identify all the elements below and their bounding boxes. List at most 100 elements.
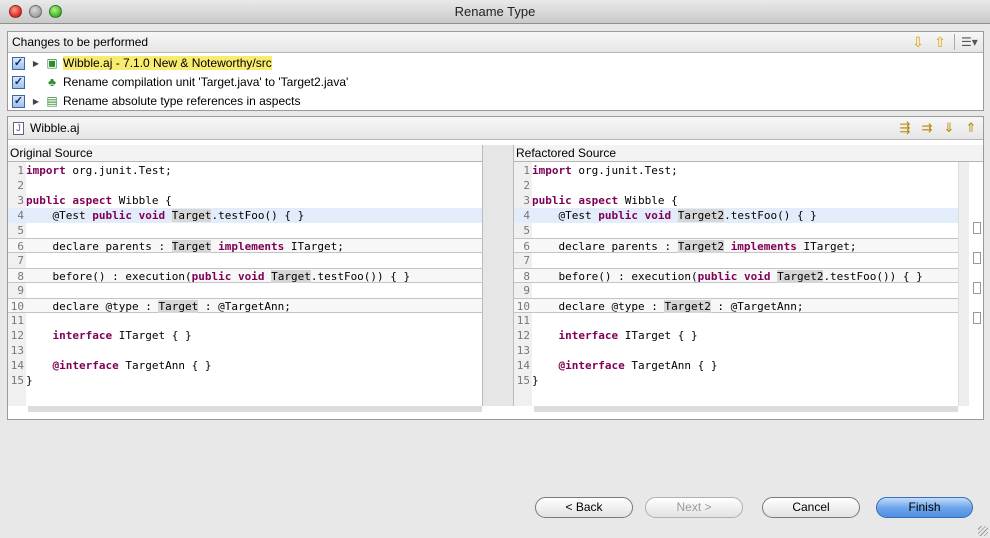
code-line: 5 [8,223,482,238]
change-row[interactable]: ✓ ▶ ▤ Rename absolute type references in… [12,92,300,110]
line-number: 1 [523,164,530,177]
code-text: @Test public void Target.testFoo() { } [26,209,305,222]
code-line: 14 @interface TargetAnn { } [514,358,958,373]
code-text: @Test public void Target2.testFoo() { } [532,209,817,222]
diff-connector [482,145,514,406]
resize-grip-icon[interactable] [978,526,988,536]
line-number: 2 [17,179,24,192]
diff-marker[interactable] [973,222,981,234]
code-text: declare @type : Target : @TargetAnn; [26,300,291,313]
line-number: 13 [516,344,530,357]
change-label: Rename absolute type references in aspec… [63,94,301,108]
vertical-scrollbar[interactable] [958,162,969,406]
refactored-source-pane[interactable]: 1 import org.junit.Test; 2 3 public aspect W… [514,162,958,406]
code-text: before() : execution(public void Target.… [26,270,411,283]
change-row[interactable]: ✓ ♣ Rename compilation unit 'Target.java… [12,73,348,91]
source-folder-icon: ▣ [46,56,58,70]
line-number: 11 [516,314,530,327]
line-number: 15 [10,374,24,387]
code-line: 7 [8,253,482,268]
code-text: @interface TargetAnn { } [52,359,212,372]
code-line: 4 @Test public void Target.testFoo() { } [8,208,482,223]
line-number: 3 [17,194,24,207]
change-checkbox[interactable]: ✓ [12,94,25,108]
code-line: 5 [514,223,958,238]
code-line: 7 [514,253,958,268]
finish-button[interactable]: Finish [876,497,973,518]
change-row[interactable]: ✓ ▶ ▣ Wibble.aj - 7.1.0 New & Noteworthy… [12,54,272,72]
code-line: 10 declare @type : Target : @TargetAnn; [8,298,482,313]
compare-file-name: Wibble.aj [30,121,80,135]
code-text: public aspect Wibble { [26,194,172,207]
diff-marker[interactable] [973,282,981,294]
line-number: 6 [17,240,24,253]
code-line: 9 [8,283,482,298]
code-line: 10 declare @type : Target2 : @TargetAnn; [514,298,958,313]
line-number: 12 [516,329,530,342]
code-text: declare @type : Target2 : @TargetAnn; [532,300,804,313]
copy-all-icon[interactable]: ⇉ [919,120,935,136]
code-text: import org.junit.Test; [532,164,678,177]
code-line: 4 @Test public void Target2.testFoo() { … [514,208,958,223]
code-line: 2 [514,178,958,193]
original-source-title: Original Source [8,145,482,162]
code-text: declare parents : Target implements ITar… [26,240,344,253]
code-line: 8 before() : execution(public void Targe… [514,268,958,283]
code-text: interface ITarget { } [558,329,698,342]
line-number: 10 [516,300,530,313]
line-number: 7 [17,254,24,267]
next-change-icon[interactable]: ⇩ [910,34,926,50]
change-label: Wibble.aj - 7.1.0 New & Noteworthy/src [63,56,272,70]
code-line: 6 declare parents : Target implements IT… [8,238,482,253]
change-checkbox[interactable]: ✓ [12,56,25,70]
line-number: 4 [17,209,24,222]
original-source-pane[interactable]: 1 import org.junit.Test; 2 3 public aspect W… [8,162,482,406]
code-line: 13 [514,343,958,358]
change-icon: ▤ [46,94,58,108]
next-difference-icon[interactable]: ⇓ [941,120,957,136]
expand-triangle-icon[interactable]: ▶ [31,59,41,68]
line-number: 13 [10,344,24,357]
code-line: 12 interface ITarget { } [8,328,482,343]
diff-overview-ruler[interactable] [971,162,983,406]
code-line: 11 [514,313,958,328]
line-number: 8 [523,270,530,283]
title-bar: Rename Type [0,0,990,24]
cancel-button[interactable]: Cancel [762,497,860,518]
compare-panel: J Wibble.aj ⇶ ⇉ ⇓ ⇑ Original Source Refa… [7,116,984,420]
code-text: public aspect Wibble { [532,194,678,207]
line-number: 4 [523,209,530,222]
filter-menu-icon[interactable]: ☰▾ [961,34,978,50]
line-number: 9 [523,284,530,297]
diff-marker[interactable] [973,312,981,324]
previous-change-icon[interactable]: ⇧ [932,34,948,50]
code-line: 1 import org.junit.Test; [514,163,958,178]
back-button[interactable]: < Back [535,497,633,518]
line-number: 8 [17,270,24,283]
expand-triangle-icon[interactable]: ▶ [31,97,41,106]
line-number: 14 [10,359,24,372]
line-number: 3 [523,194,530,207]
line-number: 9 [17,284,24,297]
java-file-icon: J [13,122,24,135]
line-number: 2 [523,179,530,192]
diff-marker[interactable] [973,252,981,264]
code-line: 13 [8,343,482,358]
line-number: 10 [10,300,24,313]
next-button[interactable]: Next > [645,497,743,518]
toolbar-separator [954,34,955,50]
code-line: 12 interface ITarget { } [514,328,958,343]
code-line: 15} [8,373,482,388]
horizontal-scrollbar-left[interactable] [28,406,482,412]
change-checkbox[interactable]: ✓ [12,75,25,89]
horizontal-scrollbar-right[interactable] [534,406,958,412]
line-number: 12 [10,329,24,342]
changes-header-label: Changes to be performed [12,35,149,49]
copy-left-to-right-icon[interactable]: ⇶ [897,120,913,136]
code-line: 14 @interface TargetAnn { } [8,358,482,373]
refactored-source-title: Refactored Source [514,145,983,162]
previous-difference-icon[interactable]: ⇑ [963,120,979,136]
code-line: 15} [514,373,958,388]
line-number: 14 [516,359,530,372]
code-line: 3 public aspect Wibble { [514,193,958,208]
